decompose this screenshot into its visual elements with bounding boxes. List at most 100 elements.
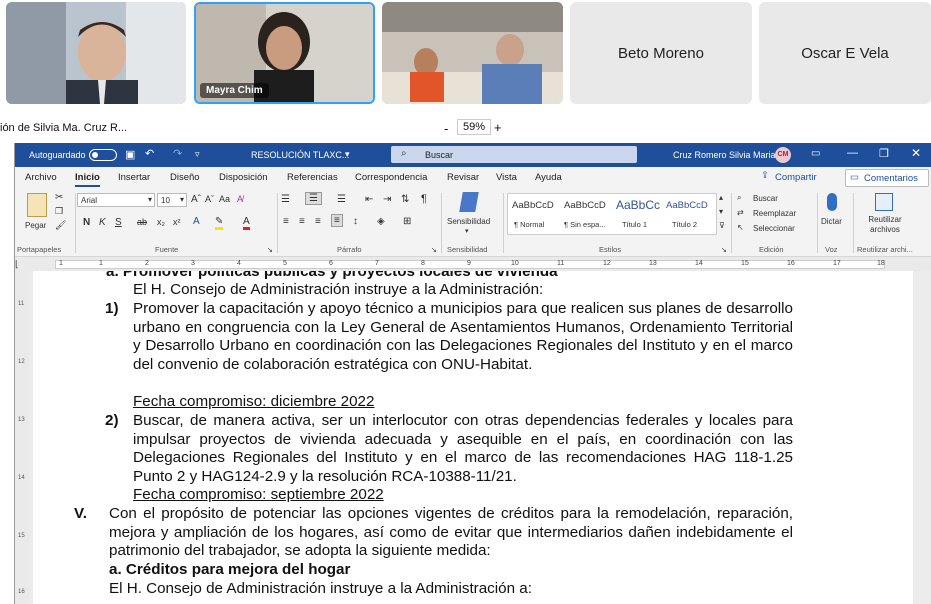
styles-more-icon[interactable]: ⊽ — [719, 221, 725, 230]
ruler-number: 13 — [649, 260, 657, 267]
style-heading1-preview[interactable]: AaBbCc — [616, 198, 660, 212]
line-spacing-icon[interactable]: ↕ — [353, 216, 358, 227]
sensitivity-label[interactable]: Sensibilidad — [447, 217, 490, 226]
search-box[interactable]: ⌕ Buscar — [391, 146, 637, 163]
style-heading2-preview[interactable]: AaBbCcD — [666, 200, 708, 211]
chevron-down-icon[interactable]: ▾ — [345, 149, 350, 160]
tab-referencias[interactable]: Referencias — [287, 172, 338, 183]
document-page[interactable]: a. Promover políticas públicas y proyect… — [33, 271, 913, 604]
font-name-select[interactable]: Arial ▾ — [77, 193, 155, 207]
customize-icon[interactable]: ▿ — [195, 149, 200, 160]
restore-icon[interactable]: ❐ — [879, 147, 889, 160]
participant-name-label: Mayra Chim — [200, 83, 269, 98]
format-painter-icon[interactable]: 🖌 — [55, 220, 66, 231]
justify-icon[interactable]: ≡ — [331, 214, 343, 227]
video-tile-2[interactable]: Mayra Chim — [194, 2, 375, 104]
text-effects-icon[interactable]: A — [193, 216, 200, 227]
user-name[interactable]: Cruz Romero Silvia Maria — [673, 150, 776, 160]
select-icon[interactable]: ↖ — [737, 223, 744, 232]
multilevel-list-icon[interactable]: ☰ — [337, 194, 346, 205]
autosave-toggle[interactable] — [89, 149, 117, 161]
borders-icon[interactable]: ⊞ — [403, 216, 411, 227]
italic-icon[interactable]: K — [99, 217, 106, 228]
document-title[interactable]: RESOLUCIÓN TLAXC... — [251, 150, 349, 160]
style-nospacing-preview[interactable]: AaBbCcD — [564, 200, 606, 211]
bold-icon[interactable]: N — [83, 217, 90, 228]
font-size-select[interactable]: 10 ▾ — [157, 193, 187, 207]
copy-icon[interactable]: ❐ — [55, 206, 63, 217]
superscript-icon[interactable]: x² — [173, 217, 181, 227]
paste-label[interactable]: Pegar — [25, 221, 46, 230]
styles-scroll-down-icon[interactable]: ▾ — [719, 207, 723, 216]
style-normal-preview[interactable]: AaBbCcD — [512, 200, 554, 211]
find-icon[interactable]: ⌕ — [737, 193, 741, 203]
change-case-icon[interactable]: Aa — [219, 194, 230, 204]
numbering-icon[interactable]: ☰ — [305, 192, 322, 205]
tab-revisar[interactable]: Revisar — [447, 172, 479, 183]
align-center-icon[interactable]: ≡ — [299, 216, 305, 227]
video-tile-1[interactable] — [6, 2, 186, 104]
tab-correspondencia[interactable]: Correspondencia — [355, 172, 427, 183]
vertical-ruler: 11 12 13 14 15 16 — [15, 271, 29, 604]
zoom-in-button[interactable]: + — [494, 120, 502, 135]
increase-indent-icon[interactable]: ⇥ — [383, 194, 391, 205]
instruction-text: El H. Consejo de Administración instruye… — [109, 580, 532, 597]
decrease-indent-icon[interactable]: ⇤ — [365, 194, 373, 205]
find-button[interactable]: Buscar — [753, 194, 778, 203]
group-label-editing: Edición — [759, 245, 784, 254]
tab-selector-icon[interactable]: ⌊ — [15, 259, 19, 270]
video-tile-3[interactable] — [382, 2, 563, 104]
close-icon[interactable]: ✕ — [911, 146, 921, 160]
shrink-font-icon[interactable]: Aˇ — [205, 194, 214, 204]
styles-dialog-launcher-icon[interactable]: ↘ — [721, 246, 727, 254]
cut-icon[interactable]: ✂ — [55, 192, 63, 203]
strikethrough-icon[interactable]: ab — [137, 217, 147, 227]
video-tile-4[interactable]: Beto Moreno — [570, 2, 752, 104]
save-icon[interactable]: ▣ — [125, 148, 135, 161]
shading-icon[interactable]: ◈ — [377, 216, 385, 227]
chevron-down-icon[interactable]: ▾ — [465, 227, 469, 235]
font-dialog-launcher-icon[interactable]: ↘ — [267, 246, 273, 254]
styles-gallery[interactable]: AaBbCcD AaBbCcD AaBbCc AaBbCcD ¶ Normal … — [507, 193, 717, 235]
sort-icon[interactable]: ⇅ — [401, 194, 409, 205]
reuse-files-icon[interactable] — [875, 193, 893, 211]
tab-insertar[interactable]: Insertar — [118, 172, 150, 183]
share-button[interactable]: Compartir — [775, 172, 817, 183]
microphone-icon[interactable] — [827, 193, 837, 211]
show-marks-icon[interactable]: ¶ — [421, 193, 427, 205]
paste-icon[interactable] — [27, 193, 47, 217]
avatar[interactable]: CM — [775, 147, 791, 163]
clear-format-icon[interactable]: A̸ — [237, 194, 243, 204]
align-left-icon[interactable]: ≡ — [283, 216, 289, 227]
grow-font-icon[interactable]: Aˆ — [191, 194, 201, 205]
reuse-files-button[interactable]: Reutilizar archivos — [863, 215, 907, 235]
highlight-icon[interactable]: ✎ — [215, 216, 224, 230]
tab-ayuda[interactable]: Ayuda — [535, 172, 562, 183]
redo-icon[interactable]: ↷ — [173, 147, 182, 160]
tab-diseno[interactable]: Diseño — [170, 172, 200, 183]
video-tile-5[interactable]: Oscar E Vela — [759, 2, 931, 104]
group-label-font: Fuente — [155, 245, 179, 254]
ruler-number: 3 — [191, 260, 195, 267]
tab-inicio[interactable]: Inicio — [75, 172, 100, 187]
sensitivity-icon[interactable] — [459, 192, 479, 212]
font-color-icon[interactable]: A — [243, 216, 250, 230]
styles-scroll-up-icon[interactable]: ▴ — [719, 193, 723, 202]
replace-icon[interactable]: ⇄ — [737, 208, 744, 217]
tab-disposicion[interactable]: Disposición — [219, 172, 268, 183]
select-button[interactable]: Seleccionar — [753, 224, 795, 233]
ribbon-display-icon[interactable]: ▭ — [811, 148, 820, 159]
paragraph-dialog-launcher-icon[interactable]: ↘ — [431, 246, 437, 254]
minimize-icon[interactable]: — — [847, 147, 858, 159]
bullets-icon[interactable]: ☰ — [281, 194, 290, 205]
tab-archivo[interactable]: Archivo — [25, 172, 57, 183]
underline-icon[interactable]: S — [115, 217, 122, 228]
zoom-out-button[interactable]: - — [444, 121, 448, 136]
subscript-icon[interactable]: x₂ — [157, 217, 165, 227]
dictate-button[interactable]: Dictar — [821, 217, 842, 226]
undo-icon[interactable]: ↶ — [145, 147, 154, 160]
comments-button[interactable]: ▭ Comentarios — [845, 169, 929, 187]
tab-vista[interactable]: Vista — [496, 172, 517, 183]
replace-button[interactable]: Reemplazar — [753, 209, 796, 218]
align-right-icon[interactable]: ≡ — [315, 216, 321, 227]
